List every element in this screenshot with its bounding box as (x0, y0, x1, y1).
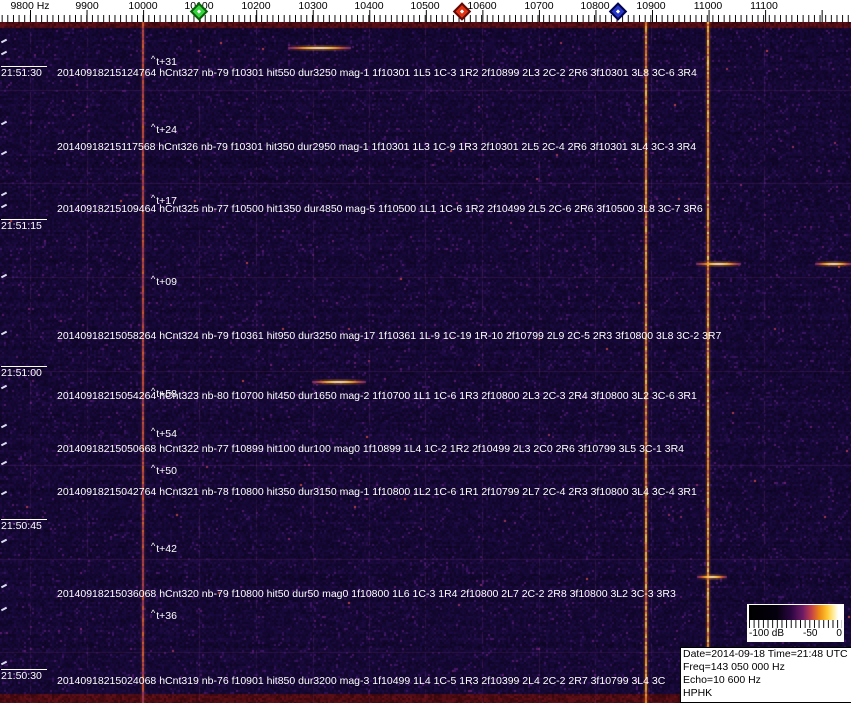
detection-record-text: 20140918215024068 hCnt319 nb-76 f10901 h… (57, 675, 666, 687)
time-axis-label: 21:51:30 (1, 66, 47, 79)
time-axis-label: 21:50:30 (1, 669, 47, 682)
event-time-tag: ^t+42 (151, 541, 177, 555)
frequency-axis: 9800 Hz990010000101001020010300104001050… (0, 0, 851, 22)
event-offset-label: t+09 (156, 276, 177, 288)
time-axis-label: 21:51:15 (1, 219, 47, 232)
freq-axis-label: 10600 (467, 0, 497, 12)
event-offset-label: t+36 (156, 610, 177, 622)
marker-green-center-dot (196, 9, 202, 14)
info-station-id: HPHK (683, 687, 713, 699)
freq-axis-label: 9900 (75, 0, 99, 12)
detection-record-text: 20140918215109464 hCnt325 nb-77 f10500 h… (57, 203, 703, 215)
event-time-tag: ^t+09 (151, 274, 177, 288)
event-caret-icon: ^ (151, 193, 156, 203)
freq-axis-label: 10700 (524, 0, 554, 12)
time-axis-label: 21:51:00 (1, 366, 47, 379)
freq-axis-label: 11000 (693, 0, 723, 12)
freq-axis-label: 10200 (241, 0, 271, 12)
db-label-min: -100 dB (749, 628, 785, 639)
marker-red-center-dot (459, 9, 465, 14)
info-frequency: Freq=143 050 000 Hz (683, 661, 785, 673)
event-caret-icon: ^ (151, 122, 156, 132)
db-gradient-bar (749, 605, 842, 620)
freq-axis-label: 10400 (354, 0, 384, 12)
event-caret-icon: ^ (151, 54, 156, 64)
event-time-tag: ^t+36 (151, 608, 177, 622)
freq-axis-label: 10800 (580, 0, 610, 12)
db-scale-legend: -100 dB -50 0 (747, 604, 844, 642)
event-offset-label: t+50 (156, 465, 177, 477)
freq-axis-label: 10900 (636, 0, 666, 12)
event-caret-icon: ^ (151, 608, 156, 618)
event-caret-icon: ^ (151, 426, 156, 436)
detection-record-text: 20140918215058264 hCnt324 nb-79 f10361 h… (57, 330, 722, 342)
detection-record-text: 20140918215036068 hCnt320 nb-79 f10800 h… (57, 588, 676, 600)
detection-record-text: 20140918215050668 hCnt322 nb-77 f10899 h… (57, 443, 685, 455)
event-offset-label: t+24 (156, 124, 177, 136)
detection-record-text: 20140918215124764 hCnt327 nb-79 f10301 h… (57, 67, 697, 79)
event-offset-label: t+54 (156, 428, 177, 440)
status-info-box: Date=2014-09-18 Time=21:48 UTC Freq=143 … (680, 647, 851, 703)
detection-record-text: 20140918215042764 hCnt321 nb-78 f10800 h… (57, 486, 697, 498)
info-date-time: Date=2014-09-18 Time=21:48 UTC (683, 648, 848, 660)
event-caret-icon: ^ (151, 541, 156, 551)
detection-record-text: 20140918215054264 hCnt323 nb-80 f10700 h… (57, 390, 697, 402)
freq-axis-label: 10000 (128, 0, 158, 12)
event-time-tag: ^t+50 (151, 463, 177, 477)
time-axis-label: 21:50:45 (1, 519, 47, 532)
event-time-tag: ^t+24 (151, 122, 177, 136)
event-caret-icon: ^ (151, 463, 156, 473)
spectrogram-window: 9800 Hz990010000101001020010300104001050… (0, 0, 851, 703)
event-offset-label: t+42 (156, 543, 177, 555)
info-echo: Echo=10 600 Hz (683, 674, 761, 686)
freq-axis-label: 9800 Hz (10, 0, 50, 12)
freq-axis-label: 10300 (298, 0, 328, 12)
marker-blue-center-dot (615, 9, 621, 14)
spectrogram-canvas (0, 22, 851, 703)
db-label-mid: -50 (803, 628, 818, 639)
freq-axis-label: 11100 (750, 0, 778, 12)
detection-record-text: 20140918215117568 hCnt326 nb-79 f10301 h… (57, 141, 697, 153)
freq-axis-label: 10500 (410, 0, 440, 12)
event-caret-icon: ^ (151, 274, 156, 284)
db-scale-ticks (749, 620, 842, 628)
event-time-tag: ^t+54 (151, 426, 177, 440)
db-label-max: 0 (836, 628, 842, 639)
